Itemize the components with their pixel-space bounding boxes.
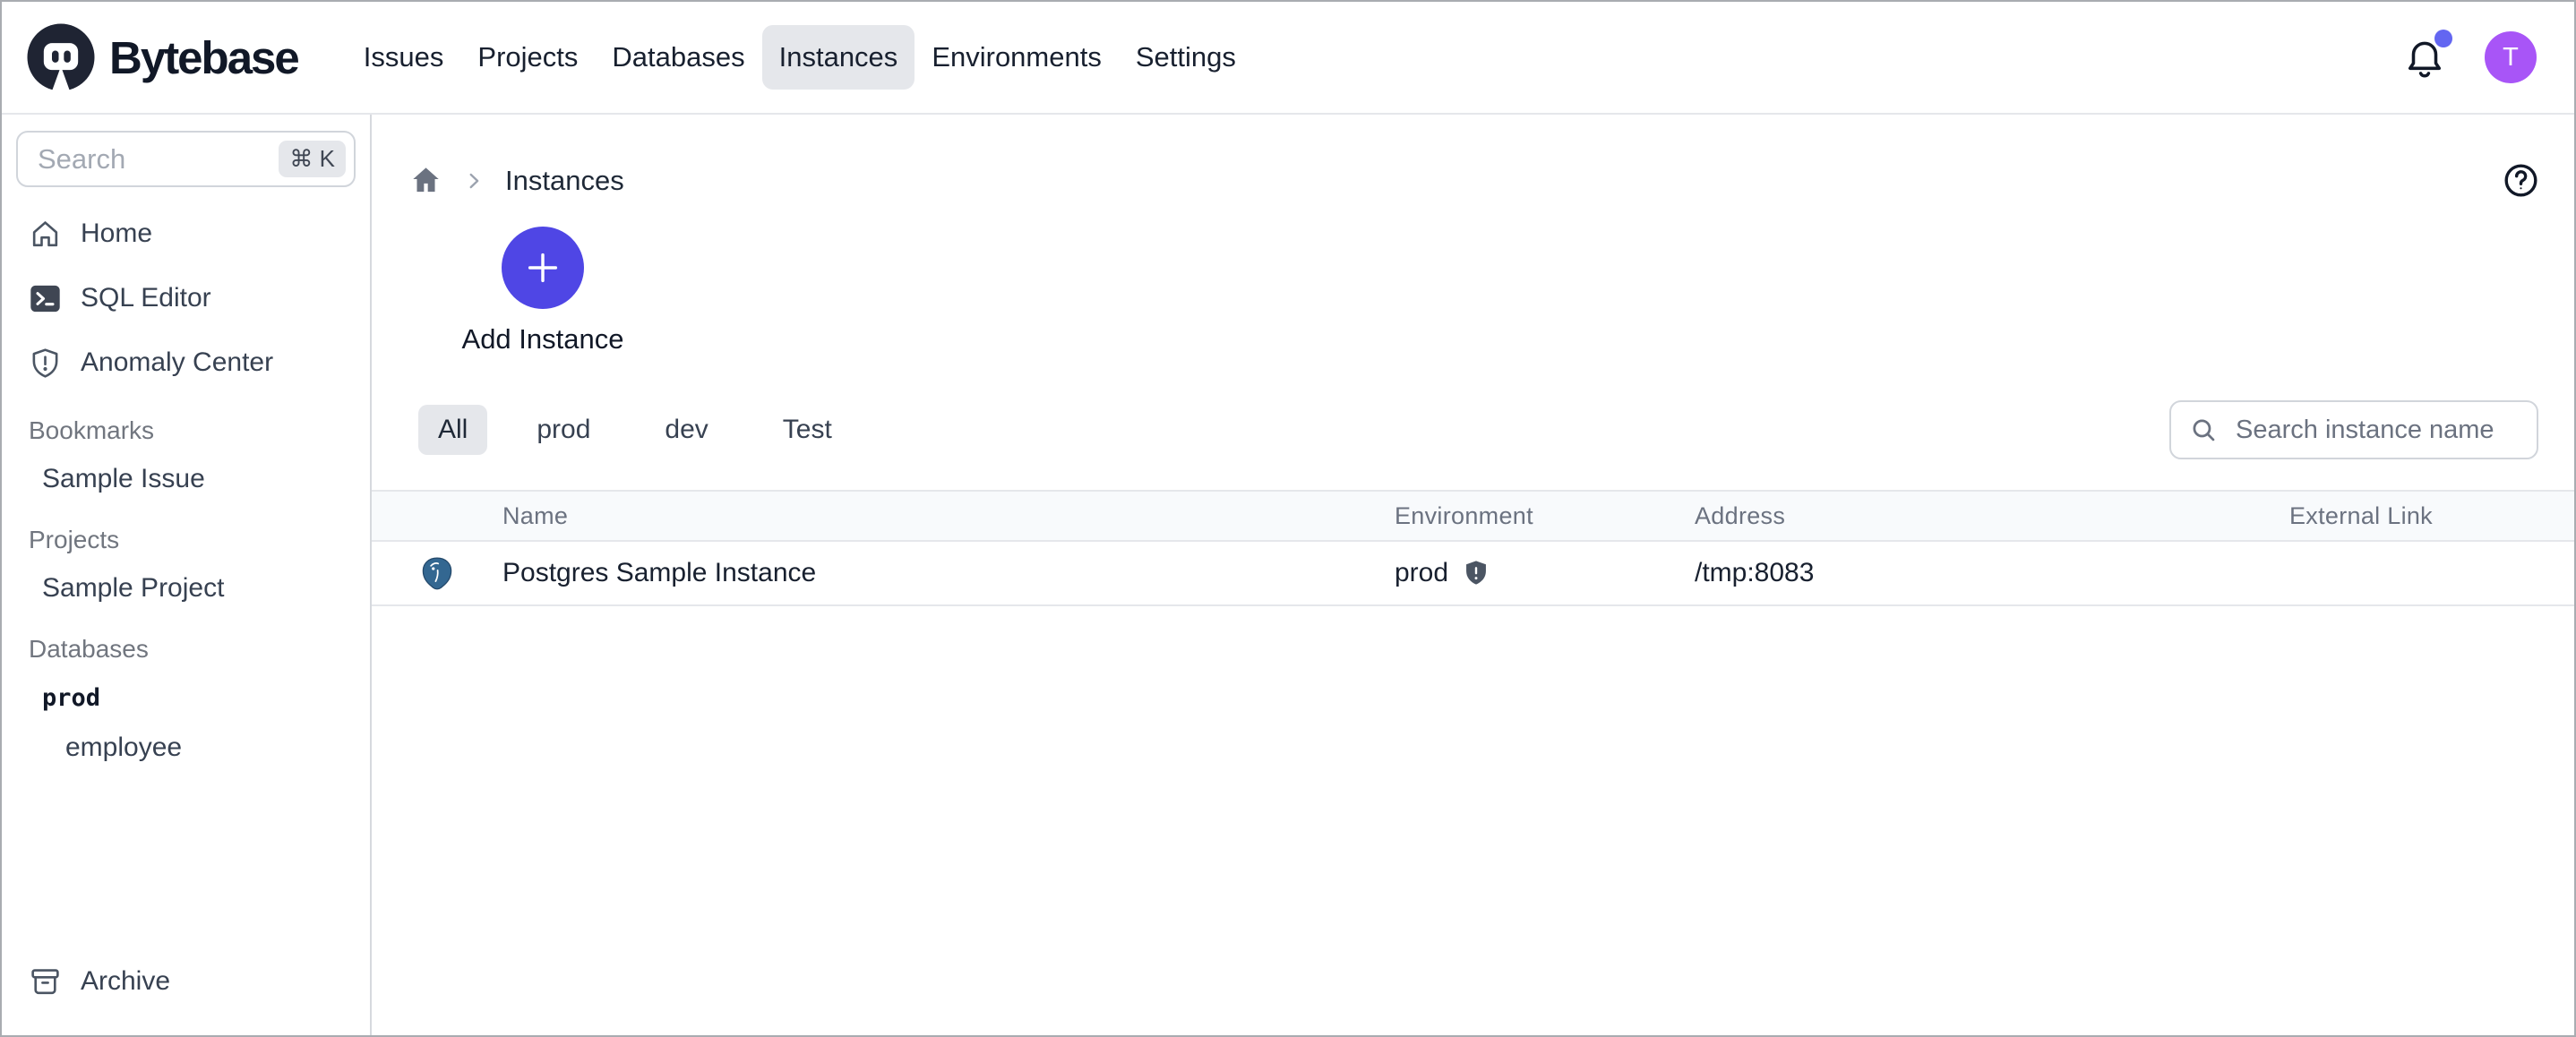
user-avatar[interactable]: T (2485, 31, 2537, 83)
nav-item-settings[interactable]: Settings (1119, 25, 1253, 90)
shield-protected-icon (1462, 559, 1490, 587)
address-cell: /tmp:8083 (1695, 558, 2289, 588)
header-cell-name: Name (502, 502, 1395, 530)
sidebar-item-sql-editor[interactable]: SQL Editor (14, 266, 357, 330)
filter-tab-prod[interactable]: prod (511, 405, 615, 455)
sidebar-project-sample-project[interactable]: Sample Project (14, 563, 357, 613)
notifications-bell-button[interactable] (2402, 33, 2447, 81)
bytebase-logo-icon (25, 21, 97, 93)
topbar-right-actions: T (2402, 31, 2537, 83)
search-icon (2189, 416, 2219, 445)
sidebar-search-box[interactable]: ⌘ K (16, 131, 356, 187)
sidebar-item-label: Home (81, 219, 152, 249)
sidebar-section-projects: Projects (14, 504, 357, 563)
add-instance-button[interactable]: Add Instance (459, 227, 626, 356)
help-button[interactable] (2502, 161, 2540, 200)
terminal-icon (29, 282, 62, 315)
nav-item-databases[interactable]: Databases (595, 25, 761, 90)
header-cell-external-link: External Link (2289, 502, 2574, 530)
main-nav: Issues Projects Databases Instances Envi… (347, 25, 1253, 90)
filter-tab-test[interactable]: Test (758, 405, 857, 455)
instance-filter-row: All prod dev Test (372, 356, 2574, 459)
breadcrumb-current: Instances (505, 165, 624, 197)
chevron-right-icon (462, 169, 485, 193)
sidebar-item-anomaly-center[interactable]: Anomaly Center (14, 330, 357, 395)
environment-label: prod (1395, 558, 1448, 588)
search-shortcut-kbd: ⌘ K (279, 141, 346, 177)
add-instance-label: Add Instance (459, 323, 626, 356)
breadcrumb-home-icon[interactable] (409, 164, 442, 197)
instance-name-cell: Postgres Sample Instance (502, 558, 1395, 588)
sidebar-item-home[interactable]: Home (14, 201, 357, 266)
notification-unread-dot (2434, 30, 2452, 47)
filter-tab-all[interactable]: All (418, 405, 487, 455)
sidebar-bookmark-sample-issue[interactable]: Sample Issue (14, 454, 357, 504)
header-cell-address: Address (1695, 502, 2289, 530)
plus-icon (522, 247, 563, 288)
top-navigation-bar: Bytebase Issues Projects Databases Insta… (2, 2, 2574, 115)
header-cell-environment: Environment (1395, 502, 1695, 530)
logo-wordmark: Bytebase (109, 31, 298, 84)
home-icon (29, 218, 62, 251)
instances-table: Name Environment Address External Link (372, 490, 2574, 606)
instances-page: Instances Add Instance (372, 115, 2574, 1035)
nav-item-issues[interactable]: Issues (347, 25, 461, 90)
help-icon (2502, 161, 2540, 200)
sidebar-item-archive[interactable]: Archive (14, 949, 357, 1014)
sidebar-item-label: Archive (81, 966, 170, 997)
engine-icon-cell (372, 555, 502, 591)
filter-tab-dev[interactable]: dev (640, 405, 733, 455)
nav-item-environments[interactable]: Environments (914, 25, 1119, 90)
sidebar-spacer (14, 773, 357, 949)
nav-item-instances[interactable]: Instances (762, 25, 915, 90)
instances-table-header: Name Environment Address External Link (372, 490, 2574, 542)
instance-search-input[interactable] (2234, 415, 2519, 446)
content-header: Instances (372, 115, 2574, 200)
archive-icon (29, 965, 62, 998)
nav-item-projects[interactable]: Projects (460, 25, 595, 90)
breadcrumb: Instances (409, 164, 624, 197)
sidebar-section-bookmarks: Bookmarks (14, 395, 357, 454)
shield-alert-icon (29, 347, 62, 380)
instance-search-box[interactable] (2169, 400, 2538, 459)
sidebar-search-input[interactable] (36, 142, 279, 176)
sidebar: ⌘ K Home SQL Editor (2, 115, 372, 1035)
environment-cell: prod (1395, 558, 1695, 588)
sidebar-item-label: Anomaly Center (81, 347, 273, 378)
add-instance-circle[interactable] (502, 227, 584, 309)
postgresql-icon (419, 555, 455, 591)
sidebar-database-env-prod[interactable]: prod (14, 673, 357, 723)
sidebar-item-label: SQL Editor (81, 283, 211, 313)
environment-filter-tabs: All prod dev Test (418, 405, 857, 455)
bytebase-app-window: Bytebase Issues Projects Databases Insta… (0, 0, 2576, 1037)
sidebar-database-employee[interactable]: employee (14, 723, 357, 773)
sidebar-section-databases: Databases (14, 613, 357, 673)
bytebase-logo[interactable]: Bytebase (25, 21, 298, 93)
instance-row-postgres-sample[interactable]: Postgres Sample Instance prod /tmp:8083 (372, 542, 2574, 606)
